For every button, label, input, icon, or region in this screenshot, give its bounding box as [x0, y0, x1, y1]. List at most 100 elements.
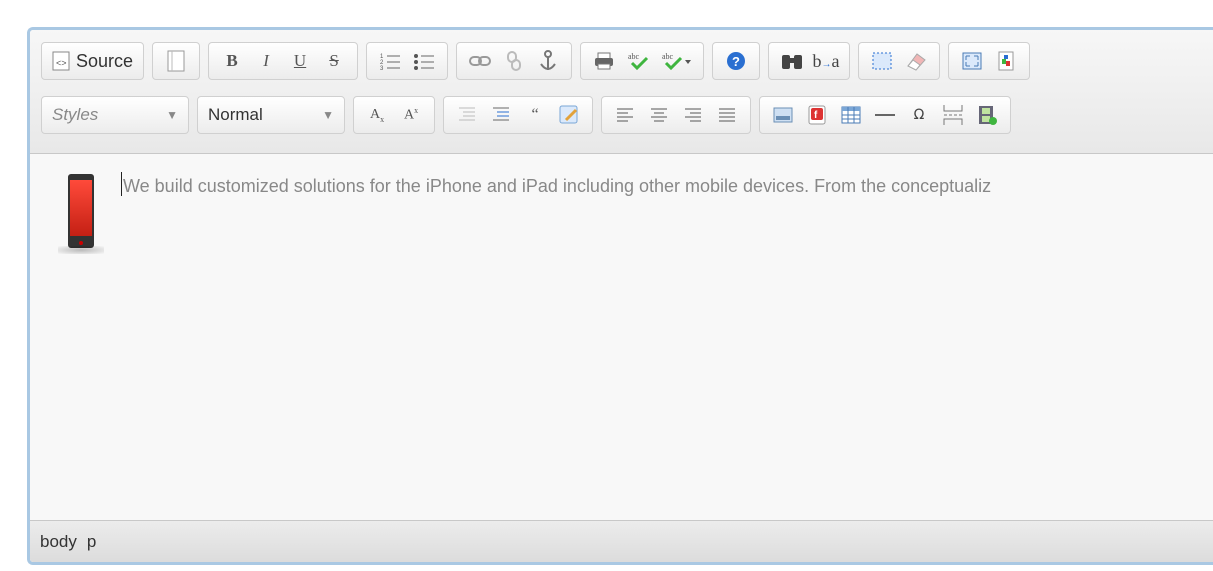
- binoculars-icon: [781, 52, 803, 70]
- help-icon: ?: [726, 51, 746, 71]
- svg-text:abc: abc: [628, 52, 640, 61]
- remove-format-button[interactable]: [899, 46, 933, 76]
- replace-button[interactable]: b→a: [809, 46, 843, 76]
- flash-button[interactable]: f: [800, 100, 834, 130]
- outdent-button[interactable]: [450, 100, 484, 130]
- find-button[interactable]: [775, 46, 809, 76]
- create-div-button[interactable]: [552, 100, 586, 130]
- horizontal-rule-button[interactable]: [868, 100, 902, 130]
- spellcheck-button[interactable]: abc: [621, 46, 655, 76]
- horizontal-rule-icon: [875, 113, 895, 117]
- page-break-icon: [943, 104, 963, 126]
- superscript-button[interactable]: Ax: [394, 100, 428, 130]
- script-group: Ax Ax: [353, 96, 435, 134]
- show-blocks-button[interactable]: [989, 46, 1023, 76]
- styles-combo-label: Styles: [52, 105, 99, 124]
- unlink-button[interactable]: [497, 46, 531, 76]
- indent-group: “: [443, 96, 593, 134]
- underline-button[interactable]: U: [283, 46, 317, 76]
- maximize-button[interactable]: [955, 46, 989, 76]
- spellcheck-dropdown-icon: abc: [661, 51, 692, 71]
- image-button[interactable]: [766, 100, 800, 130]
- table-button[interactable]: [834, 100, 868, 130]
- styles-combo[interactable]: Styles ▼: [41, 96, 189, 134]
- path-item-p[interactable]: p: [87, 532, 96, 552]
- indent-button[interactable]: [484, 100, 518, 130]
- editor-toolbar: <> Source B I U S 123 abc abc ? b→a Styl…: [30, 30, 1213, 154]
- document-group: [152, 42, 201, 80]
- special-char-button[interactable]: Ω: [902, 100, 936, 130]
- outdent-icon: [458, 106, 476, 124]
- page-break-button[interactable]: [936, 100, 970, 130]
- help-button[interactable]: ?: [719, 46, 753, 76]
- source-icon: <>: [52, 51, 70, 71]
- select-group: [858, 42, 941, 80]
- strikethrough-icon: S: [329, 51, 339, 70]
- svg-text:abc: abc: [662, 52, 674, 61]
- find-group: b→a: [768, 42, 851, 80]
- phone-shadow: [58, 246, 104, 254]
- film-icon: [977, 105, 997, 125]
- numbered-list-button[interactable]: 123: [373, 46, 407, 76]
- align-right-button[interactable]: [676, 100, 710, 130]
- basic-styles-group: B I U S: [208, 42, 359, 80]
- bulleted-list-icon: [414, 52, 435, 70]
- link-button[interactable]: [463, 46, 497, 76]
- create-div-icon: [559, 105, 579, 125]
- print-button[interactable]: [587, 46, 621, 76]
- align-left-icon: [617, 108, 633, 122]
- flash-icon: f: [808, 105, 826, 125]
- select-all-icon: [872, 52, 892, 70]
- align-right-icon: [685, 108, 701, 122]
- source-label: Source: [76, 50, 134, 71]
- path-item-body[interactable]: body: [40, 532, 77, 552]
- justify-button[interactable]: [710, 100, 744, 130]
- select-all-button[interactable]: [865, 46, 899, 76]
- spellcheck-as-you-type-button[interactable]: abc: [655, 46, 697, 76]
- table-icon: [841, 106, 861, 124]
- help-group: ?: [712, 42, 761, 80]
- align-center-button[interactable]: [642, 100, 676, 130]
- toolbar-row-1: <> Source B I U S 123 abc abc ? b→a: [41, 41, 1038, 81]
- justify-icon: [719, 108, 735, 122]
- maximize-icon: [962, 52, 982, 70]
- subscript-button[interactable]: Ax: [360, 100, 394, 130]
- blockquote-button[interactable]: “: [518, 100, 552, 130]
- iframe-button[interactable]: [970, 100, 1004, 130]
- anchor-icon: [539, 50, 557, 72]
- replace-icon: b→a: [812, 50, 840, 71]
- rich-text-editor: <> Source B I U S 123 abc abc ? b→a Styl…: [27, 27, 1213, 565]
- insert-group: f Ω: [759, 96, 1011, 134]
- bold-button[interactable]: B: [215, 46, 249, 76]
- templates-button[interactable]: [159, 46, 193, 76]
- superscript-icon: Ax: [403, 106, 419, 123]
- anchor-button[interactable]: [531, 46, 565, 76]
- omega-icon: Ω: [913, 107, 925, 123]
- print-spell-group: abc abc: [580, 42, 705, 80]
- document-icon: [167, 50, 185, 72]
- printer-icon: [594, 52, 614, 70]
- strikethrough-button[interactable]: S: [317, 46, 351, 76]
- link-icon: [469, 55, 492, 67]
- bulleted-list-button[interactable]: [407, 46, 441, 76]
- list-group: 123: [366, 42, 449, 80]
- link-group: [456, 42, 573, 80]
- source-group: <> Source: [41, 42, 145, 80]
- format-combo-label: Normal: [208, 105, 263, 124]
- bold-icon: B: [226, 51, 238, 70]
- align-left-button[interactable]: [608, 100, 642, 130]
- unlink-icon: [505, 51, 523, 71]
- svg-text:3: 3: [380, 66, 384, 70]
- content-paragraph[interactable]: We build customized solutions for the iP…: [123, 176, 991, 197]
- text-caret: [121, 172, 122, 196]
- subscript-icon: Ax: [369, 106, 385, 124]
- source-button[interactable]: <> Source: [48, 46, 137, 76]
- image-icon: [773, 107, 793, 123]
- element-path-bar: body p: [30, 520, 1213, 562]
- editor-content-area[interactable]: We build customized solutions for the iP…: [30, 154, 1213, 520]
- italic-button[interactable]: I: [249, 46, 283, 76]
- toolbar-row-2: Styles ▼ Normal ▼ Ax Ax “ f Ω: [41, 95, 1019, 135]
- svg-text:?: ?: [732, 54, 740, 69]
- format-combo[interactable]: Normal ▼: [197, 96, 345, 134]
- underline-icon: U: [293, 51, 307, 70]
